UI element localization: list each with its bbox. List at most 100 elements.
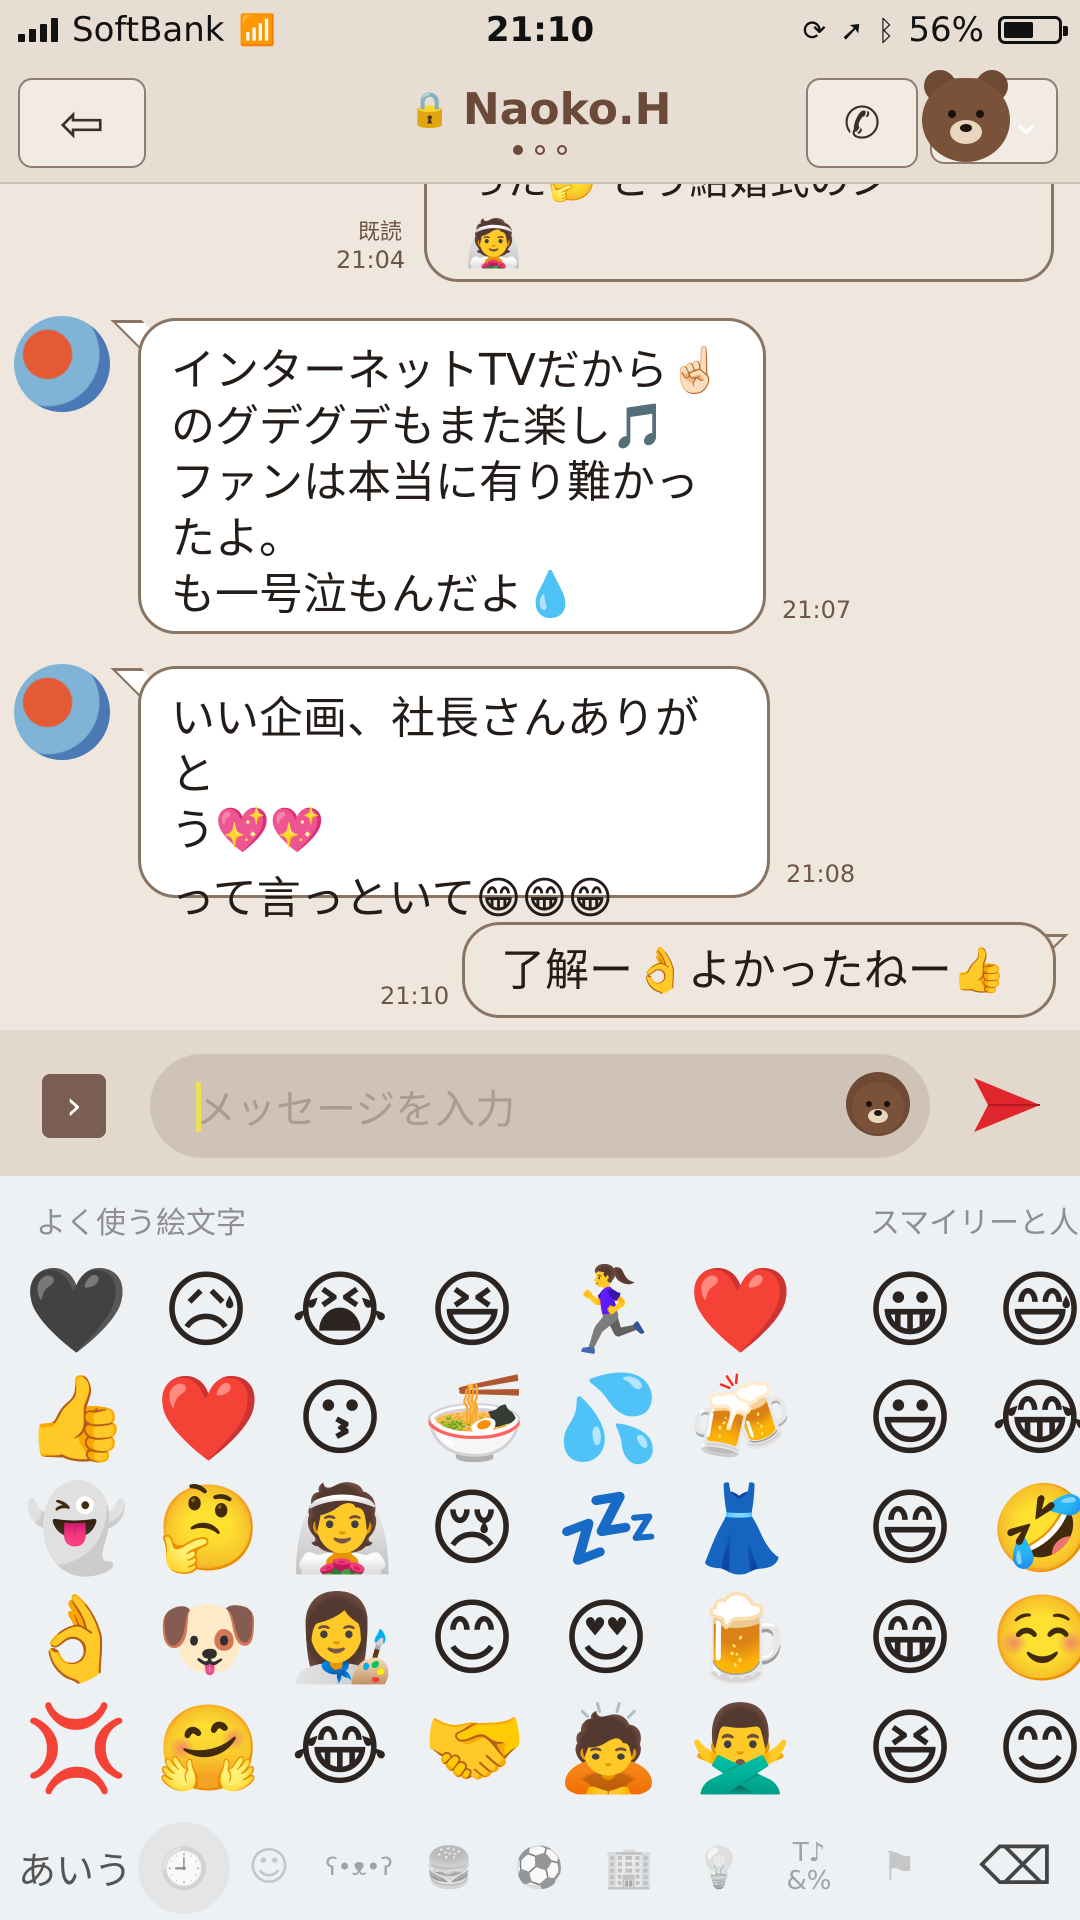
bear-icon[interactable]: ʕ•ᴥ•ʔ xyxy=(316,1814,402,1920)
ball-icon[interactable]: ⚽ xyxy=(496,1814,582,1920)
call-button[interactable]: ✆ xyxy=(806,78,918,168)
symbols-icon[interactable]: T♪ &% xyxy=(766,1814,852,1920)
battery-icon xyxy=(998,16,1068,44)
brown-bear-icon xyxy=(922,70,1010,162)
emoji-key[interactable]: 🙅‍♂️ xyxy=(688,1698,793,1798)
message-line: いい企画、社長さんありがと xyxy=(171,693,699,800)
emoji-key[interactable]: 🙇 xyxy=(556,1698,661,1798)
emoji-key[interactable]: ☺️ xyxy=(990,1588,1080,1688)
message-bubble-outgoing[interactable]: 了解ー👌よかったねー👍 xyxy=(462,922,1056,1018)
signal-bars-icon xyxy=(18,18,58,42)
status-left: SoftBank 📶 xyxy=(0,10,294,50)
message-input[interactable]: メッセージを入力 xyxy=(150,1054,930,1158)
message-bubble-incoming[interactable]: いい企画、社長さんありがと う💖💖 って言っといて😁😁😁 xyxy=(138,666,770,924)
expand-button[interactable]: › xyxy=(42,1074,106,1138)
emoji-key[interactable]: 😀 xyxy=(860,1260,960,1360)
emoji-key[interactable]: 😆 xyxy=(422,1260,522,1360)
chat-title-text: Naoko.H xyxy=(462,84,672,135)
flag-icon[interactable]: ⚑ xyxy=(856,1814,942,1920)
message-bubble-outgoing[interactable]: った🤔 とう結婚式のシ 👰 xyxy=(424,184,1054,282)
emoji-key[interactable]: 🤝 xyxy=(422,1698,527,1798)
smiley-icon[interactable]: ☺ xyxy=(226,1814,312,1920)
ime-switch-button[interactable]: あいう xyxy=(16,1814,134,1920)
emoji-key[interactable]: 🤗 xyxy=(156,1698,261,1798)
emoji-key[interactable]: 🤔 xyxy=(156,1478,261,1578)
emoji-key[interactable]: 💢 xyxy=(24,1698,129,1798)
backspace-icon[interactable]: ⌫ xyxy=(968,1814,1064,1920)
message-line: たよ。 xyxy=(171,513,303,564)
title-area: 🔒 Naoko.H xyxy=(0,84,1080,155)
emoji-key[interactable]: 🍜 xyxy=(422,1368,527,1468)
emoji-key[interactable]: 😭 xyxy=(290,1260,390,1360)
building-icon[interactable]: 🏢 xyxy=(586,1814,672,1920)
emoji-key[interactable]: 👰 xyxy=(290,1478,395,1578)
emoji-key[interactable]: 😍 xyxy=(556,1588,656,1688)
message-line: インターネットTVだから☝🏻 xyxy=(171,345,723,396)
emoji-key[interactable]: 😗 xyxy=(290,1368,390,1468)
clock-icon[interactable]: 🕘 xyxy=(138,1822,230,1914)
message-line: のグデグデもまた楽し🎵 xyxy=(171,401,666,452)
emoji-key[interactable]: 👍 xyxy=(24,1368,129,1468)
emoji-key[interactable]: 👩‍🎨 xyxy=(290,1588,395,1688)
wifi-icon: 📶 xyxy=(238,12,276,48)
emoji-key[interactable]: 🍻 xyxy=(688,1368,793,1468)
message-input-placeholder: メッセージを入力 xyxy=(196,1087,516,1133)
emoji-key[interactable]: 😅 xyxy=(990,1260,1080,1360)
rotation-lock-icon: ⟳ xyxy=(802,13,827,47)
section-smileys-label: スマイリーと人 xyxy=(870,1206,1080,1241)
emoji-key[interactable]: 🤣 xyxy=(990,1478,1080,1578)
message-bubble-incoming[interactable]: インターネットTVだから☝🏻 のグデグデもまた楽し🎵 ファンは本当に有り難かっ … xyxy=(138,318,766,634)
emoji-key[interactable]: 😆 xyxy=(860,1698,960,1798)
phone-icon: ✆ xyxy=(843,97,881,149)
emoji-key[interactable]: 🐶 xyxy=(156,1588,261,1688)
emoji-key[interactable]: 👗 xyxy=(688,1478,793,1578)
lock-icon: 🔒 xyxy=(408,89,451,130)
emoji-key[interactable]: 😥 xyxy=(156,1260,256,1360)
status-right: ⟳ ➚ ᛒ 56% xyxy=(785,10,1080,50)
emoji-key[interactable]: 💤 xyxy=(556,1478,661,1578)
message-line: って言っといて😁😁😁 xyxy=(171,873,614,924)
emoji-key[interactable]: 😁 xyxy=(860,1588,960,1688)
message-line: も一号泣もんだよ💧 xyxy=(171,569,578,620)
message-line: ファンは本当に有り難かっ xyxy=(171,457,699,508)
emoji-key[interactable]: ❤️ xyxy=(688,1260,793,1360)
message-emoji: 👰 xyxy=(465,216,523,270)
emoji-category-bar: あいう 🕘 ☺ ʕ•ᴥ•ʔ 🍔 ⚽ 🏢 💡 T♪ &% ⚑ ⌫ xyxy=(0,1814,1080,1920)
message-list[interactable]: った🤔 とう結婚式のシ 👰 既読 21:04 インターネットTVだから☝🏻 のグ… xyxy=(0,184,1080,1030)
composer-bar: › メッセージを入力 xyxy=(0,1030,1080,1176)
bulb-icon[interactable]: 💡 xyxy=(676,1814,762,1920)
emoji-key[interactable]: 🖤 xyxy=(24,1260,129,1360)
message-time: 21:07 xyxy=(782,596,852,624)
bear-sticker-icon[interactable] xyxy=(846,1072,910,1136)
location-arrow-icon: ➚ xyxy=(840,13,864,47)
food-icon[interactable]: 🍔 xyxy=(406,1814,492,1920)
text-caret xyxy=(196,1082,201,1132)
message-text: 了解ー👌よかったねー👍 xyxy=(501,945,1007,996)
message-time: 21:08 xyxy=(786,860,856,888)
page-dot xyxy=(557,145,567,155)
emoji-key[interactable]: 😂 xyxy=(990,1368,1080,1468)
read-receipt: 既読 xyxy=(358,220,403,245)
emoji-key[interactable]: 🏃‍♀️ xyxy=(556,1260,661,1360)
send-arrow-icon[interactable] xyxy=(970,1068,1044,1142)
battery-percent: 56% xyxy=(908,10,984,50)
emoji-key[interactable]: 😄 xyxy=(860,1478,960,1578)
emoji-key[interactable]: 😊 xyxy=(990,1698,1080,1798)
emoji-key[interactable]: 😢 xyxy=(422,1478,522,1578)
message-time: 21:04 xyxy=(336,246,406,274)
chat-title[interactable]: 🔒 Naoko.H xyxy=(409,84,672,135)
emoji-key[interactable]: 😂 xyxy=(290,1698,390,1798)
chevron-down-icon: ⌄ xyxy=(1010,99,1042,143)
chat-header: ⇦ 🔒 Naoko.H ✆ ⌄ xyxy=(0,60,1080,184)
avatar[interactable] xyxy=(14,664,110,760)
section-frequent-label: よく使う絵文字 xyxy=(36,1206,246,1241)
avatar[interactable] xyxy=(14,316,110,412)
emoji-key[interactable]: ❤️ xyxy=(156,1368,261,1468)
emoji-key[interactable]: 👌 xyxy=(24,1588,129,1688)
page-dot xyxy=(513,145,523,155)
emoji-key[interactable]: 👻 xyxy=(24,1478,129,1578)
emoji-key[interactable]: 🍺 xyxy=(688,1588,793,1688)
emoji-key[interactable]: 😃 xyxy=(860,1368,960,1468)
emoji-key[interactable]: 😊 xyxy=(422,1588,522,1688)
emoji-key[interactable]: 💦 xyxy=(556,1368,661,1468)
